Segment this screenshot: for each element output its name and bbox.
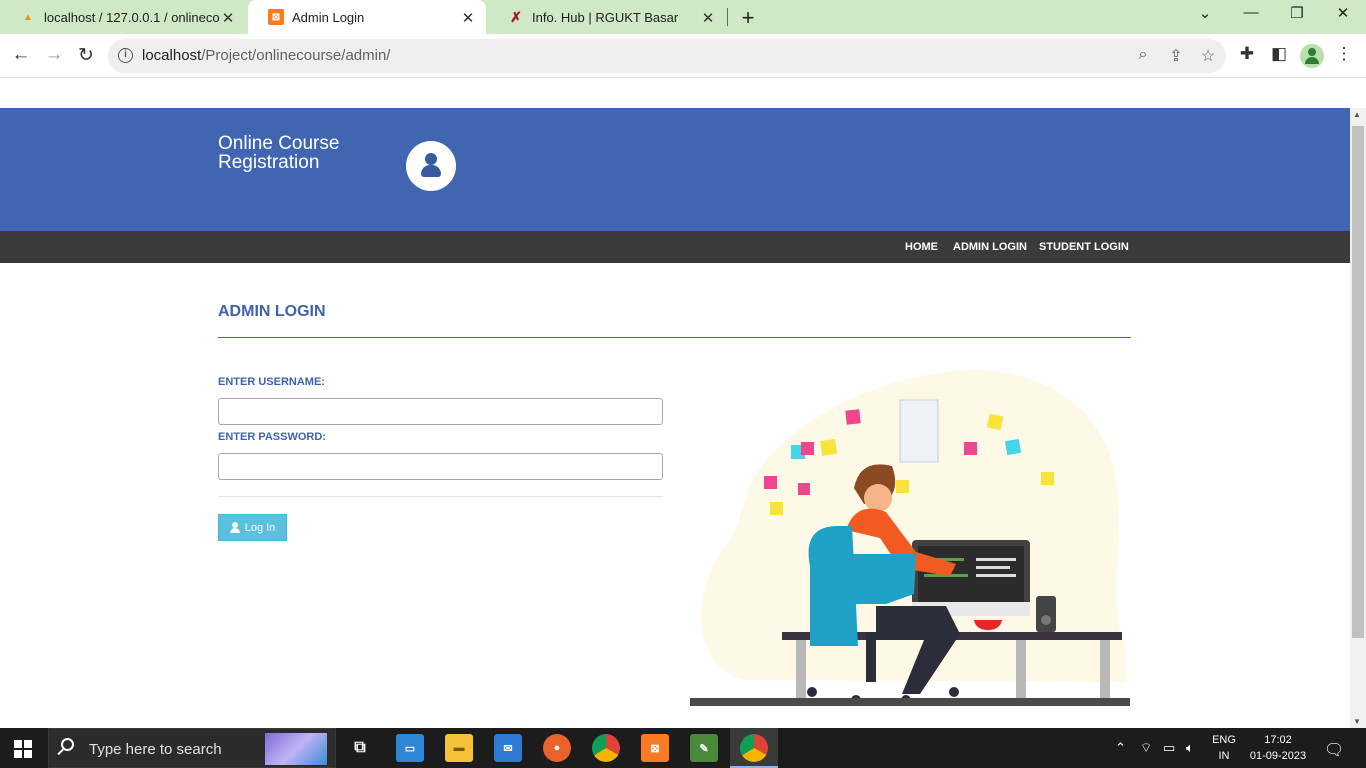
tab-title: Info. Hub | RGUKT Basar [532,9,679,25]
page-viewport: Online Course Registration HOME ADMIN LO… [0,78,1350,728]
windows-start-icon[interactable] [14,740,32,758]
tab-search-chevron-icon[interactable]: ⌄ [1194,4,1216,22]
site-info-icon[interactable]: i [118,48,133,63]
tab-title: Admin Login [292,9,365,25]
url-path: /Project/onlinecourse/admin/ [201,47,391,64]
tab-title: localhost / 127.0.0.1 / onlinecour [44,9,220,25]
minimize-icon[interactable]: — [1240,4,1262,21]
clock-date: 01-09-2023 [1249,750,1307,762]
username-label: ENTER USERNAME: [218,376,325,388]
chrome-profile-icon [740,734,768,762]
close-icon[interactable]: ✕ [220,9,236,27]
close-icon[interactable]: ✕ [460,9,476,27]
form-divider [218,496,663,497]
taskbar-search-box[interactable]: Type here to search [48,728,336,768]
side-panel-icon[interactable]: ◧ [1268,44,1290,64]
mail-icon[interactable]: ✉ [494,734,522,762]
xampp-icon: ⊠ [268,9,284,25]
browser-tab-strip: ▲ localhost / 127.0.0.1 / onlinecour ✕ ⊠… [0,0,1366,34]
window-close-icon[interactable]: ✕ [1332,4,1354,22]
log-in-button[interactable]: Log In [218,514,287,541]
back-arrow-icon[interactable]: ← [9,44,33,66]
volume-icon[interactable]: 🔈︎ [1186,740,1194,756]
developer-at-desk-illustration [690,370,1130,706]
search-icon [61,738,74,751]
close-icon[interactable]: ✕ [700,9,716,27]
main-nav: HOME ADMIN LOGIN STUDENT LOGIN [0,231,1350,263]
chrome-icon[interactable] [592,734,620,762]
extensions-puzzle-icon[interactable]: ✚ [1236,44,1258,64]
scroll-up-arrow-icon[interactable]: ▲ [1353,110,1361,119]
tab-divider [727,8,728,26]
password-label: ENTER PASSWORD: [218,431,326,443]
search-highlight-image [265,733,327,765]
user-icon [229,522,240,533]
nav-home[interactable]: HOME [905,241,938,253]
zoom-icon[interactable]: ⌕ [1133,46,1153,64]
browser-toolbar: ← → ↻ i localhost/Project/onlinecourse/a… [0,34,1366,78]
profile-avatar[interactable] [1300,44,1324,68]
lang-code: ENG [1212,734,1236,746]
notepad-plus-icon[interactable]: ✎ [690,734,718,762]
restore-icon[interactable]: ❐ [1286,4,1308,22]
firefox-icon[interactable]: ● [543,734,571,762]
laptop-app-icon[interactable]: ▭ [396,734,424,762]
scrollbar-thumb[interactable] [1352,126,1364,638]
scroll-down-arrow-icon[interactable]: ▼ [1353,717,1361,726]
password-input[interactable] [218,453,663,480]
site-header: Online Course Registration [0,108,1350,231]
search-placeholder: Type here to search [89,741,222,758]
language-indicator[interactable]: ENG IN [1210,732,1238,764]
battery-icon[interactable]: ▭ [1163,740,1175,756]
more-menu-icon[interactable]: ⋮ [1333,44,1355,64]
brand-line-1: Online Course [218,133,340,154]
nav-admin-login[interactable]: ADMIN LOGIN [953,241,1027,253]
share-icon[interactable]: ⇪ [1166,46,1186,66]
tab-phpmyadmin[interactable]: ▲ localhost / 127.0.0.1 / onlinecour ✕ [0,0,246,34]
tray-chevron-icon[interactable]: ⌃ [1115,740,1126,756]
forward-arrow-icon[interactable]: → [42,44,66,66]
xampp-taskbar-icon[interactable]: ⊠ [641,734,669,762]
page-scrollbar[interactable]: ▲ ▼ [1350,108,1366,728]
rgukt-icon: ✗ [510,8,522,25]
address-bar[interactable]: i localhost/Project/onlinecourse/admin/ … [108,39,1226,73]
url-host: localhost [142,47,202,64]
new-tab-icon[interactable]: + [737,5,759,31]
username-input[interactable] [218,398,663,425]
log-in-label: Log In [244,521,276,534]
tab-info-hub[interactable]: ✗ Info. Hub | RGUKT Basar ✕ [488,0,726,34]
task-view-icon[interactable]: ⧉ [346,734,374,762]
file-explorer-icon[interactable]: ▬ [445,734,473,762]
url-text[interactable]: localhost/Project/onlinecourse/admin/ [142,47,390,64]
nav-student-login[interactable]: STUDENT LOGIN [1039,241,1129,253]
phpmyadmin-icon: ▲ [23,11,33,23]
tab-admin-login[interactable]: ⊠ Admin Login ✕ [248,0,486,34]
page-title: ADMIN LOGIN [218,303,326,320]
active-chrome-taskbar-item[interactable] [730,728,778,768]
lang-region: IN [1218,750,1230,762]
clock-time: 17:02 [1264,734,1292,746]
site-brand[interactable]: Online Course Registration [218,134,378,172]
system-clock[interactable]: 17:02 01-09-2023 [1248,732,1308,764]
notification-icon[interactable]: 🗨︎ [1324,740,1344,760]
brand-line-2: Registration [218,152,320,173]
title-divider [218,337,1131,338]
bookmark-star-icon[interactable]: ☆ [1198,46,1218,66]
reload-icon[interactable]: ↻ [74,44,98,67]
windows-taskbar: Type here to search ⧉ ▭ ▬ ✉ ● ⊠ ✎ ⌃ ⌔ ▭ … [0,728,1366,768]
user-avatar-icon [406,141,456,191]
wifi-icon[interactable]: ⌔ [1140,740,1152,756]
